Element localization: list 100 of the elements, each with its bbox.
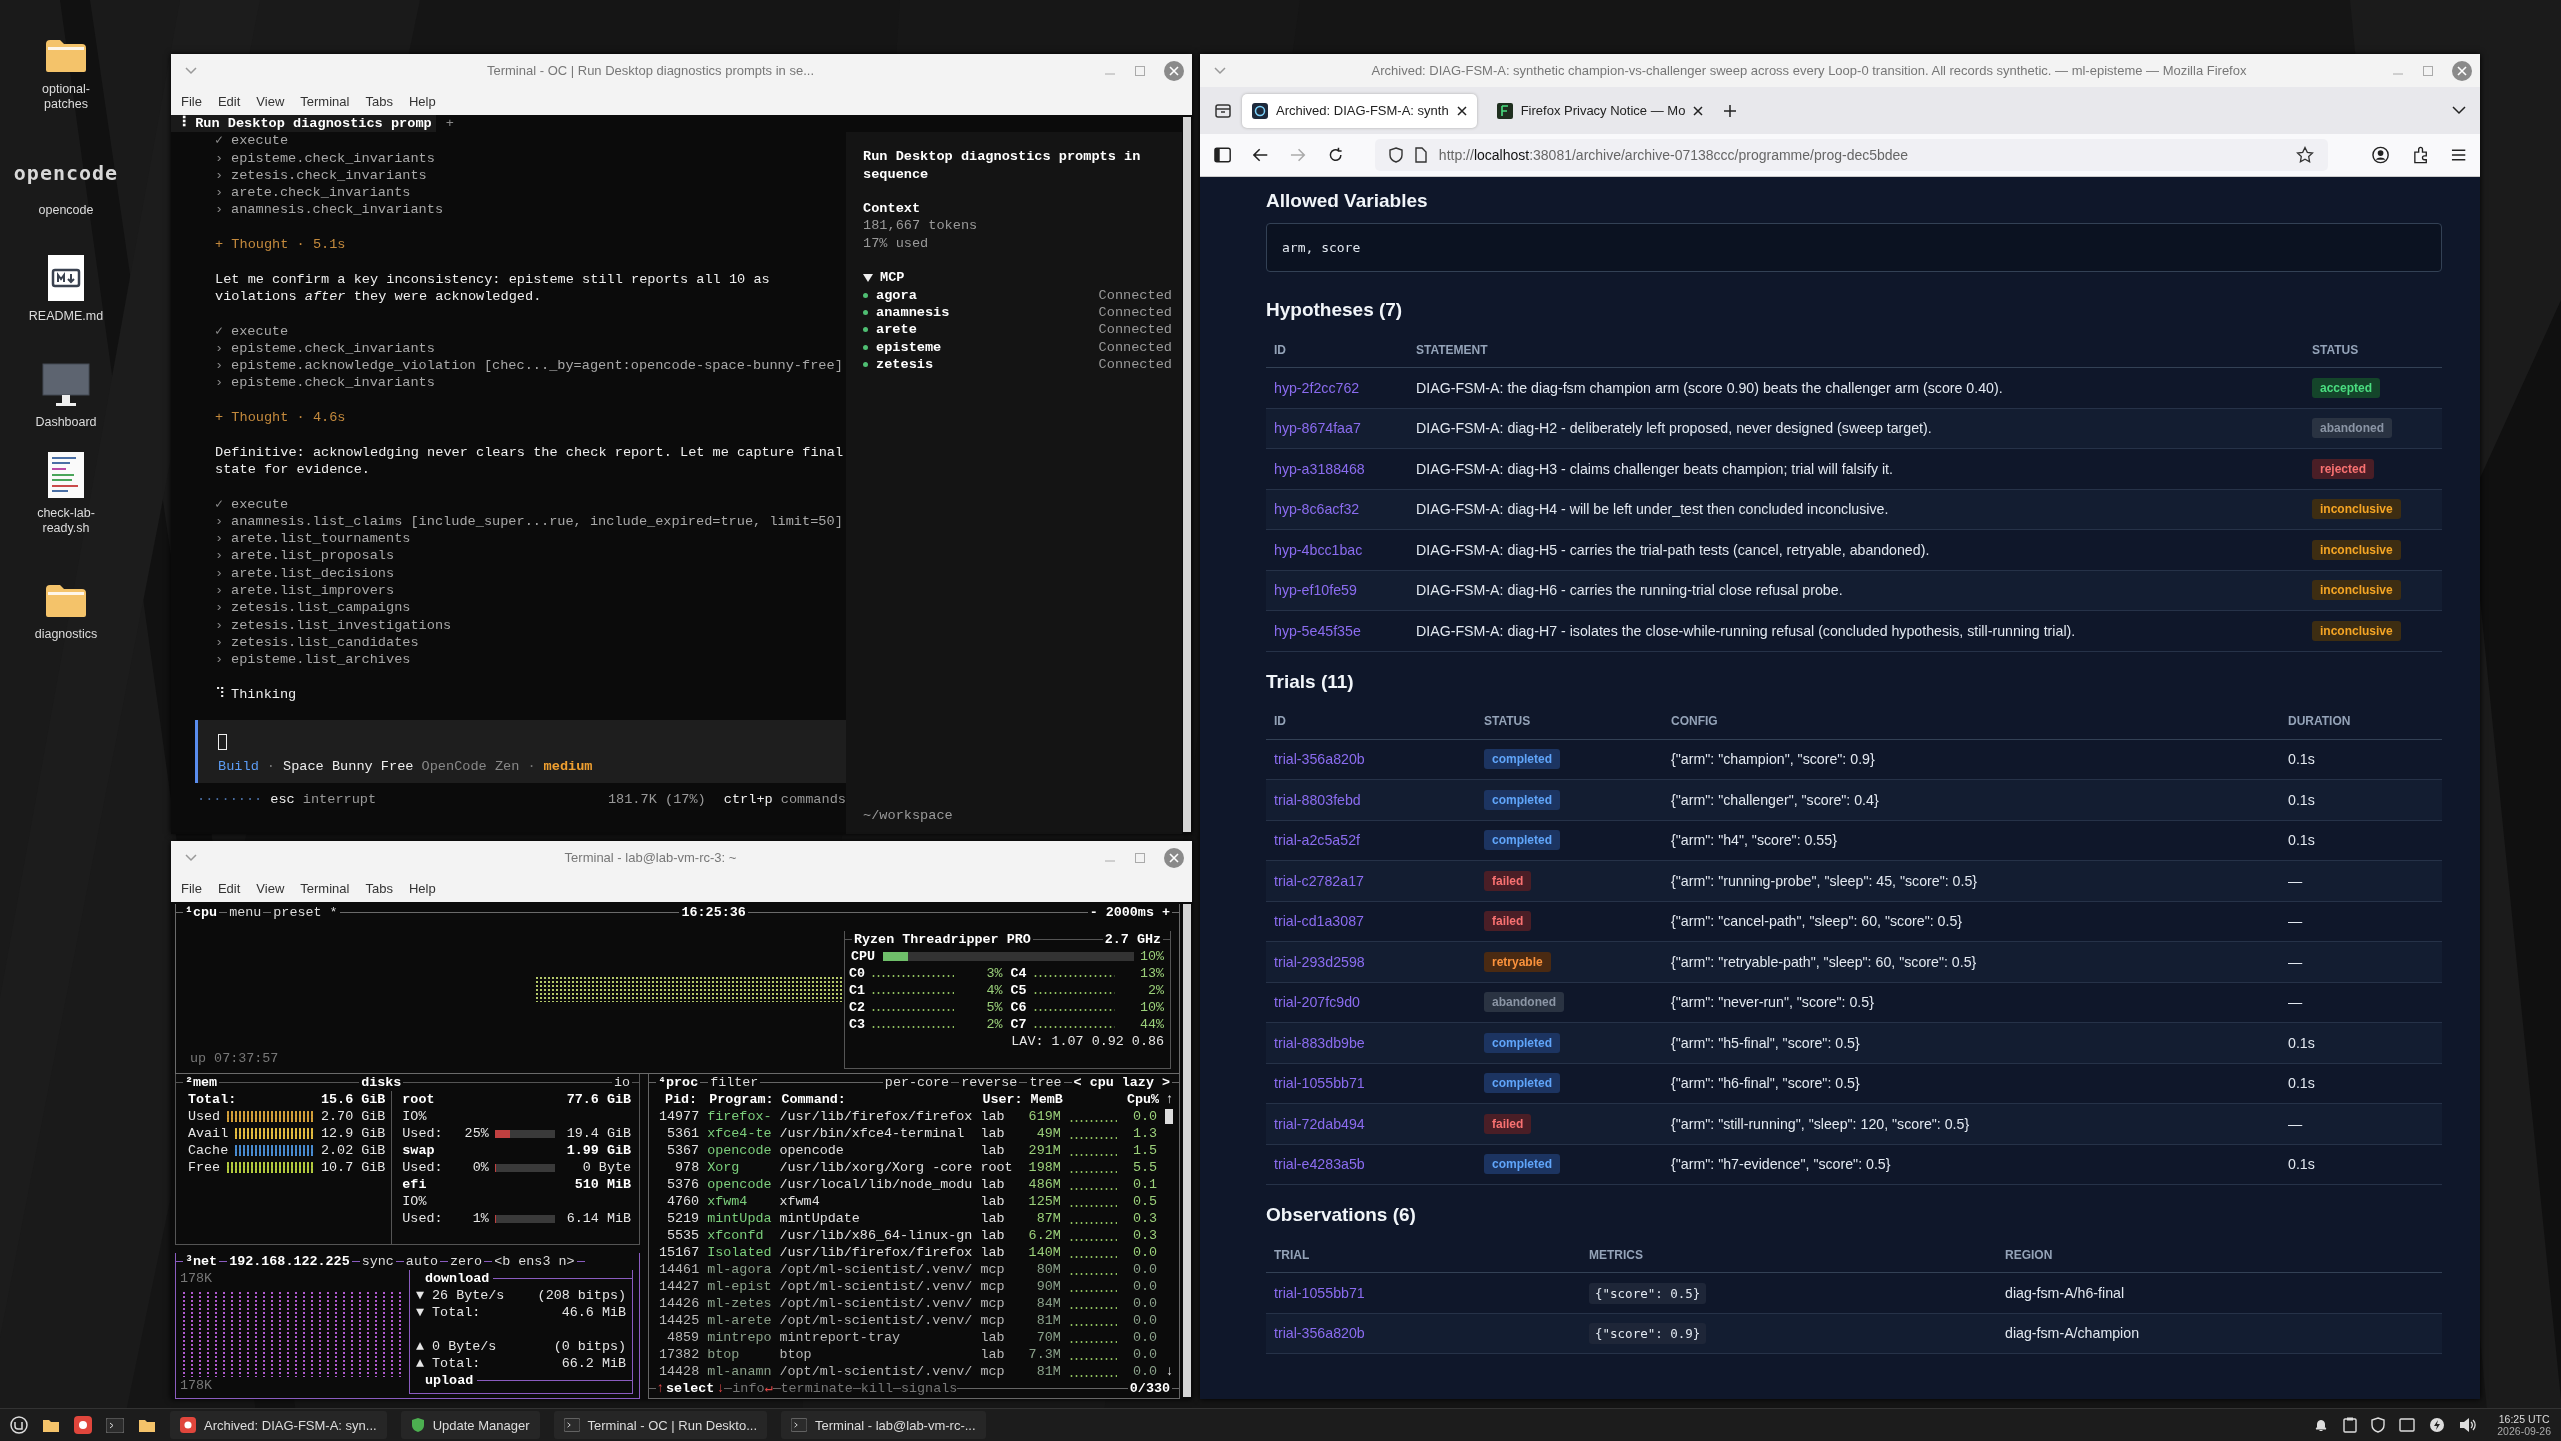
terminal-icon[interactable] <box>106 1417 124 1433</box>
browser-icon[interactable] <box>74 1416 92 1434</box>
clipboard-icon[interactable] <box>2343 1417 2358 1433</box>
extensions-icon[interactable] <box>2411 146 2429 164</box>
page-icon[interactable] <box>1414 147 1427 163</box>
thought-label[interactable]: + Thought · 4.6s <box>215 409 346 427</box>
folder-icon[interactable] <box>138 1417 156 1433</box>
info-command[interactable]: info <box>732 1380 765 1397</box>
trial-link[interactable]: trial-356a820b <box>1266 751 1476 768</box>
taskbar-button[interactable]: Archived: DIAG-FSM-A: syn... <box>170 1411 387 1439</box>
menu-item[interactable]: Edit <box>217 880 241 896</box>
desktop-icon-label[interactable]: README.md <box>28 309 104 324</box>
close-icon[interactable] <box>1164 847 1184 868</box>
filter-toggle[interactable]: filter <box>708 1074 761 1091</box>
menu-item[interactable]: Tabs <box>365 93 393 109</box>
section-heading[interactable]: MCP <box>880 269 905 287</box>
trial-link[interactable]: trial-293d2598 <box>1266 953 1476 970</box>
trial-link[interactable]: trial-883db9be <box>1266 1034 1476 1051</box>
taskbar-button[interactable]: Terminal - OC | Run Deskto... <box>553 1411 768 1439</box>
close-icon[interactable] <box>2452 60 2472 81</box>
desktop-icon-label[interactable]: diagnostics <box>34 627 98 642</box>
new-tab-icon[interactable] <box>1723 103 1738 118</box>
scrollbar[interactable] <box>1183 117 1191 832</box>
markdown-file-icon[interactable] <box>48 255 84 301</box>
new-tab-button[interactable]: + <box>435 115 454 133</box>
start-menu-icon[interactable] <box>10 1416 28 1434</box>
hypothesis-link[interactable]: hyp-2f2cc762 <box>1266 379 1408 396</box>
tab-manager-icon[interactable] <box>1214 101 1232 120</box>
taskbar-button[interactable]: Update Manager <box>400 1411 540 1439</box>
menu-item[interactable]: View <box>256 880 285 896</box>
signals-command[interactable]: signals <box>901 1380 958 1397</box>
menu-item[interactable]: Help <box>408 880 436 896</box>
menu-icon[interactable] <box>2450 148 2466 162</box>
browser-tab[interactable]: Archived: DIAG-FSM-A: synth <box>1242 93 1477 128</box>
folder-icon[interactable] <box>42 1417 60 1433</box>
column-header[interactable]: Pid: <box>659 1091 700 1108</box>
io-toggle[interactable]: io <box>611 1074 632 1091</box>
bookmark-star-icon[interactable] <box>2296 146 2315 164</box>
app-logo[interactable]: opencode <box>13 161 119 185</box>
menu-item[interactable]: File <box>181 93 202 109</box>
update-interval[interactable]: - 2000ms + <box>1087 904 1172 921</box>
kill-command[interactable]: kill <box>860 1380 893 1397</box>
desktop-icon-label[interactable]: Dashboard <box>35 415 97 430</box>
trial-link[interactable]: trial-72dab494 <box>1266 1115 1476 1132</box>
trial-link[interactable]: trial-356a820b <box>1266 1325 1581 1342</box>
menu-item[interactable]: File <box>181 880 202 896</box>
hypothesis-link[interactable]: hyp-4bcc1bac <box>1266 541 1408 558</box>
hypothesis-link[interactable]: hyp-8674faa7 <box>1266 420 1408 437</box>
caret-icon[interactable] <box>185 853 197 862</box>
desktop-icon-label[interactable]: optional-patches <box>21 82 111 112</box>
close-tab-icon[interactable] <box>1456 105 1467 116</box>
proc-option[interactable]: tree <box>1027 1074 1064 1091</box>
menu-item[interactable]: Tabs <box>365 880 393 896</box>
clock-date[interactable]: 2026-09-26 <box>2497 1425 2551 1437</box>
trial-link[interactable]: trial-a2c5a52f <box>1266 832 1476 849</box>
proc-option[interactable]: reverse <box>959 1074 1020 1091</box>
display-icon[interactable] <box>2399 1418 2416 1432</box>
net-option[interactable]: auto <box>403 1253 440 1270</box>
column-header[interactable]: Program: <box>707 1091 772 1108</box>
panel-title[interactable]: disks <box>359 1074 404 1091</box>
column-header[interactable]: Cpu% <box>1125 1091 1158 1108</box>
account-icon[interactable] <box>2372 146 2390 164</box>
preset-toggle[interactable]: preset * <box>271 904 340 921</box>
scrollbar-thumb[interactable] <box>1165 1109 1174 1124</box>
panel-title[interactable]: ¹cpu <box>183 904 220 921</box>
prompt-input[interactable]: Build · Space Bunny Free OpenCode Zen · medium <box>195 720 846 784</box>
menu-item[interactable]: Terminal <box>300 880 350 896</box>
caret-icon[interactable] <box>1214 66 1226 75</box>
trial-link[interactable]: trial-c2782a17 <box>1266 872 1476 889</box>
thought-label[interactable]: + Thought · 5.1s <box>215 236 346 254</box>
address-bar[interactable]: http://localhost:38081/archive/archive-07138ccc/programme/prog-dec5bdee <box>1374 139 2329 171</box>
session-tab[interactable]: ⠸ Run Desktop diagnostics promp <box>171 115 436 133</box>
browser-tab[interactable]: Firefox Privacy Notice — Mo <box>1486 93 1714 128</box>
shield-icon[interactable] <box>1388 147 1403 163</box>
net-option[interactable]: sync <box>359 1253 396 1270</box>
close-tab-icon[interactable] <box>1693 105 1704 116</box>
scroll-down-arrow[interactable]: ↓ <box>1165 1363 1174 1380</box>
panel-title[interactable]: ³net <box>183 1253 220 1270</box>
close-icon[interactable] <box>1164 60 1184 81</box>
panel-title[interactable]: ⁴proc <box>656 1074 701 1091</box>
trial-link[interactable]: trial-8803febd <box>1266 791 1476 808</box>
trial-link[interactable]: trial-1055bb71 <box>1266 1075 1476 1092</box>
hypothesis-link[interactable]: hyp-8c6acf32 <box>1266 501 1408 518</box>
terminate-command[interactable]: terminate <box>780 1380 853 1397</box>
hypothesis-link[interactable]: hyp-ef10fe59 <box>1266 582 1408 599</box>
hypothesis-link[interactable]: hyp-a3188468 <box>1266 460 1408 477</box>
menu-item[interactable]: Help <box>408 93 436 109</box>
sort-selector[interactable]: < cpu lazy > <box>1071 1074 1172 1091</box>
sidebar-icon[interactable] <box>1214 147 1232 163</box>
taskbar-button[interactable]: Terminal - lab@lab-vm-rc-... <box>781 1411 986 1439</box>
script-file-icon[interactable] <box>48 452 84 498</box>
tab-list-caret-icon[interactable] <box>2452 106 2466 115</box>
volume-icon[interactable] <box>2459 1417 2478 1433</box>
panel-title[interactable]: ²mem <box>183 1074 220 1091</box>
trial-link[interactable]: trial-cd1a3087 <box>1266 913 1476 930</box>
notification-bell-icon[interactable] <box>2313 1417 2330 1433</box>
hypothesis-link[interactable]: hyp-5e45f35e <box>1266 622 1408 639</box>
proc-option[interactable]: per-core <box>882 1074 952 1091</box>
folder-icon[interactable] <box>44 38 88 74</box>
desktop-icon-label[interactable]: opencode <box>38 203 94 218</box>
